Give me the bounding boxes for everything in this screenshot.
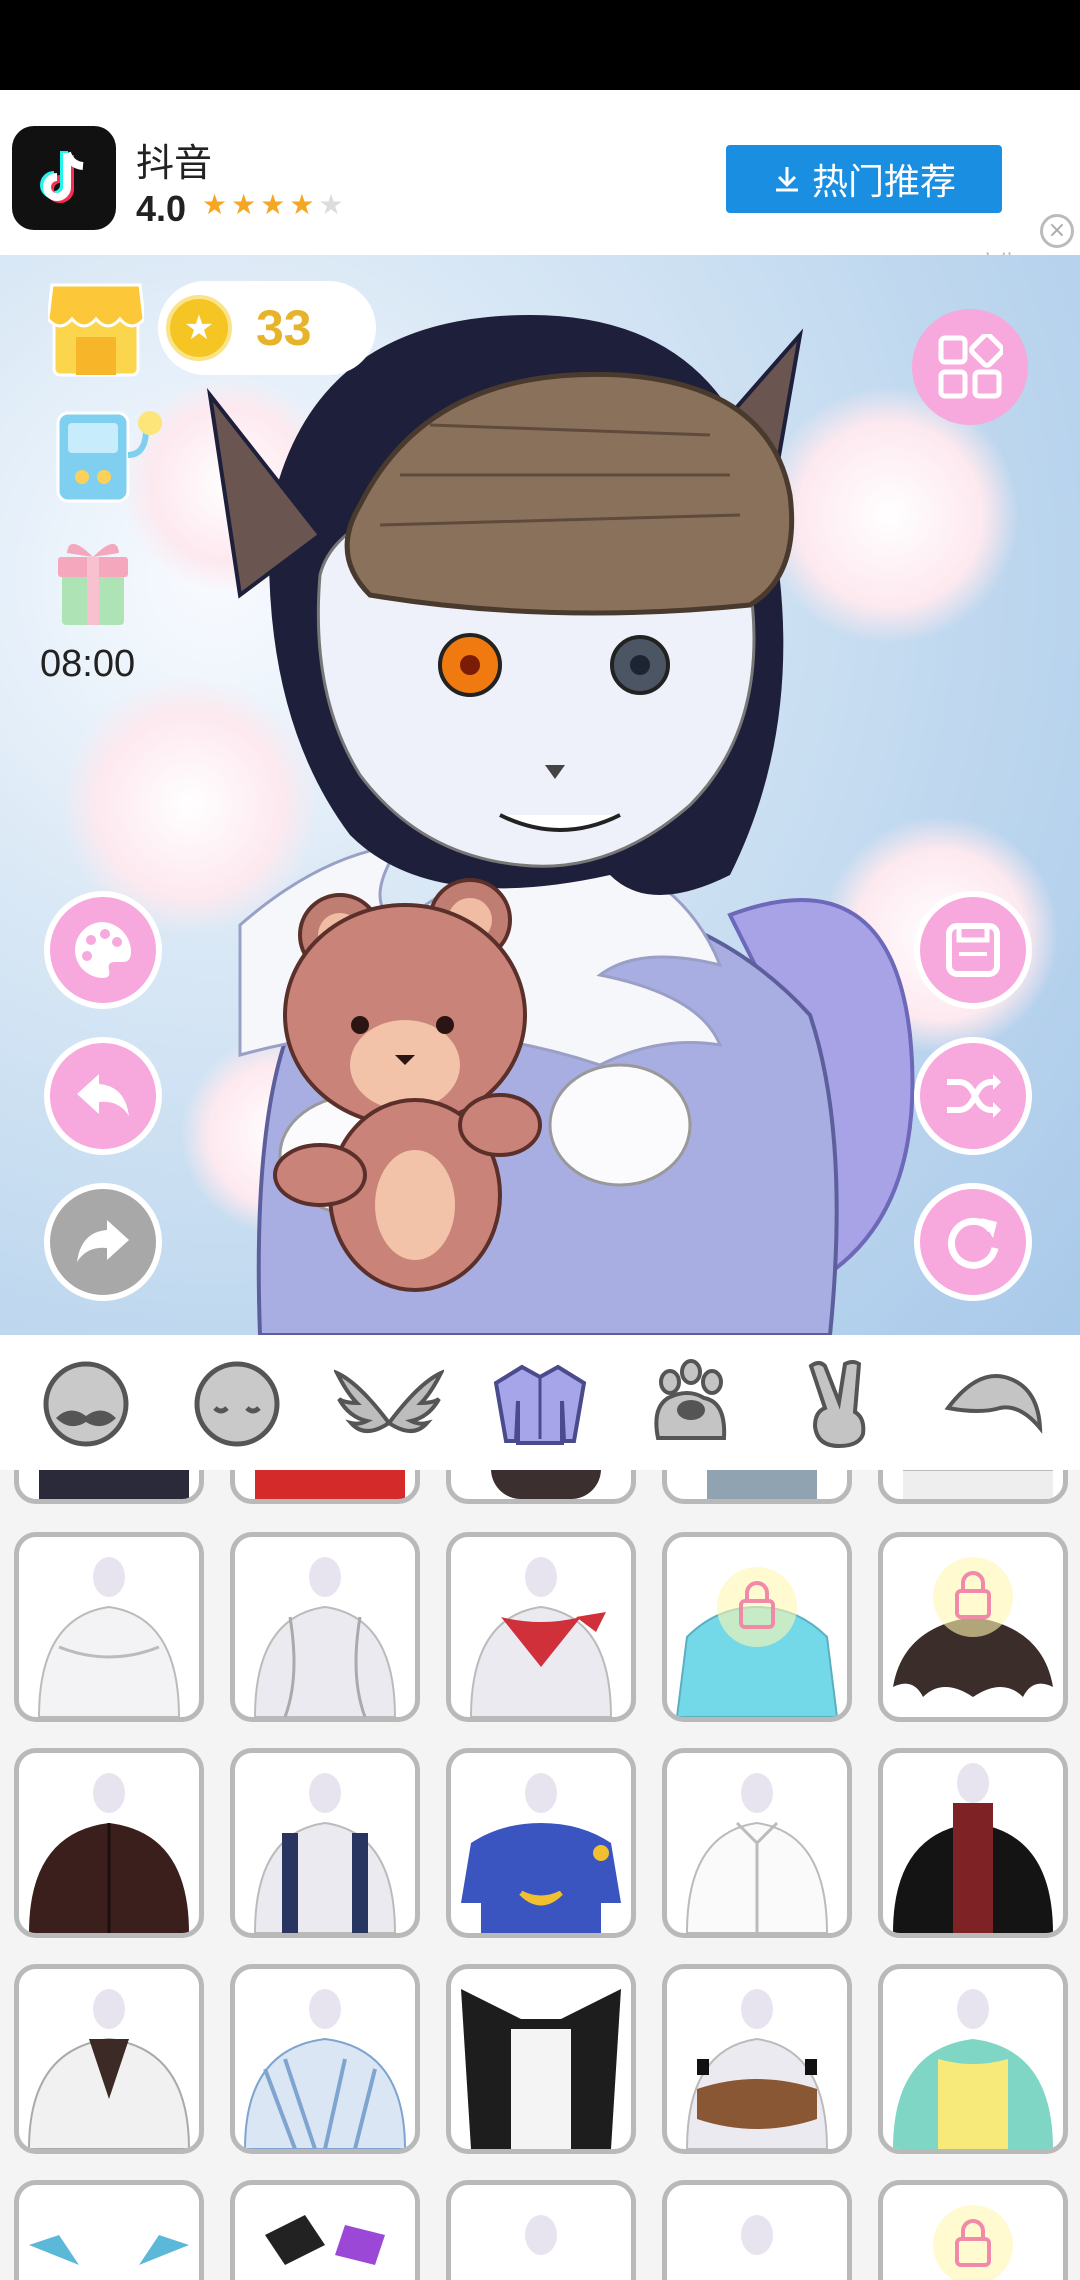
shuffle-icon: [947, 1074, 1001, 1118]
outfit-navy-suspenders[interactable]: [230, 1748, 420, 1938]
outfit-blue-tshirt-locked[interactable]: [662, 1532, 852, 1722]
ad-button-label: 热门推荐: [811, 162, 956, 203]
refresh-icon: [948, 1217, 999, 1269]
paw-icon: [654, 1358, 727, 1440]
head-icon: [194, 1361, 280, 1446]
outfit-dark-ruffle-top-locked[interactable]: [878, 1532, 1068, 1722]
outfit-item[interactable]: [230, 1470, 420, 1504]
tab-paws[interactable]: [626, 1348, 756, 1458]
hand-icon: [808, 1359, 866, 1448]
undo-button[interactable]: [44, 1037, 162, 1155]
coin-count: 33: [256, 300, 312, 356]
star-icon: ★: [289, 188, 319, 221]
wings-icon: [333, 1368, 444, 1433]
outfit-striped-blue-jacket[interactable]: [230, 1964, 420, 2154]
close-icon[interactable]: ×: [1040, 214, 1074, 248]
rating-stars: ★★★★★: [202, 188, 348, 221]
tab-hands[interactable]: [778, 1348, 908, 1458]
redo-arrow-icon: [77, 1220, 129, 1262]
outfit-item[interactable]: [230, 2180, 420, 2280]
outfit-blue-moon-tshirt[interactable]: [446, 1748, 636, 1938]
status-bar: [0, 0, 1080, 90]
gift-timer: 08:00: [40, 643, 136, 685]
outfit-white-cardigan[interactable]: [14, 1964, 204, 2154]
tail-icon: [944, 1373, 1043, 1434]
star-icon: ★: [202, 188, 232, 221]
save-button[interactable]: [914, 891, 1032, 1009]
reset-button[interactable]: [914, 1183, 1032, 1301]
character-illustration: [206, 315, 915, 1335]
outfit-black-jacket-red-scarf[interactable]: [878, 1748, 1068, 1938]
tab-tail[interactable]: [929, 1348, 1059, 1458]
character-stage: ★ 33 08:00: [0, 255, 1080, 1335]
outfit-white-shirt[interactable]: [662, 1748, 852, 1938]
palette-icon: [75, 922, 132, 978]
grid-icon: [938, 334, 1003, 399]
ad-banner[interactable]: 抖音 4.0 ★★★★★ 热门推荐 × 广告: [0, 90, 1080, 277]
redo-button[interactable]: [44, 1183, 162, 1301]
star-icon: ★: [231, 188, 261, 221]
outfit-item[interactable]: [662, 1470, 852, 1504]
ad-download-button[interactable]: 热门推荐: [726, 145, 1002, 213]
shirt-icon: [493, 1364, 587, 1445]
outfit-item[interactable]: [878, 1470, 1068, 1504]
outfit-item[interactable]: [14, 1470, 204, 1504]
save-icon: [946, 923, 1000, 977]
outfit-item[interactable]: [446, 1470, 636, 1504]
face-icon: [43, 1361, 129, 1446]
tab-clothes[interactable]: [475, 1348, 605, 1458]
outfit-brown-crop-top[interactable]: [662, 1964, 852, 2154]
shuffle-button[interactable]: [914, 1037, 1032, 1155]
outfit-black-vampire-coat[interactable]: [446, 1964, 636, 2154]
coin-icon: ★: [166, 295, 232, 361]
gift-icon[interactable]: [56, 537, 130, 627]
ad-app-name: 抖音: [136, 141, 213, 185]
tab-wings[interactable]: [324, 1348, 454, 1458]
outfit-item-locked[interactable]: [878, 2180, 1068, 2280]
category-tabs: [0, 1335, 1080, 1470]
outfit-item[interactable]: [446, 2180, 636, 2280]
outfit-item[interactable]: [662, 2180, 852, 2280]
ad-rating: 4.0: [136, 188, 187, 229]
star-icon: ★: [260, 188, 290, 221]
shop-icon[interactable]: [46, 275, 146, 379]
outfit-red-bandana[interactable]: [446, 1532, 636, 1722]
outfit-dark-brown-jacket[interactable]: [14, 1748, 204, 1938]
tiktok-logo-icon: [12, 126, 116, 230]
outfit-grid: [0, 1470, 1080, 2280]
star-empty-icon: ★: [318, 188, 348, 221]
outfit-white-tank-top[interactable]: [230, 1532, 420, 1722]
tab-face[interactable]: [21, 1348, 151, 1458]
download-icon: [775, 167, 798, 192]
tab-head[interactable]: [172, 1348, 302, 1458]
menu-grid-button[interactable]: [912, 309, 1028, 425]
outfit-teal-yellow-top[interactable]: [878, 1964, 1068, 2154]
outfit-white-ruffle-top[interactable]: [14, 1532, 204, 1722]
undo-arrow-icon: [77, 1074, 129, 1116]
palette-button[interactable]: [44, 891, 162, 1009]
game-machine-icon[interactable]: [56, 405, 166, 505]
coin-balance: ★ 33: [158, 281, 376, 375]
outfit-item[interactable]: [14, 2180, 204, 2280]
